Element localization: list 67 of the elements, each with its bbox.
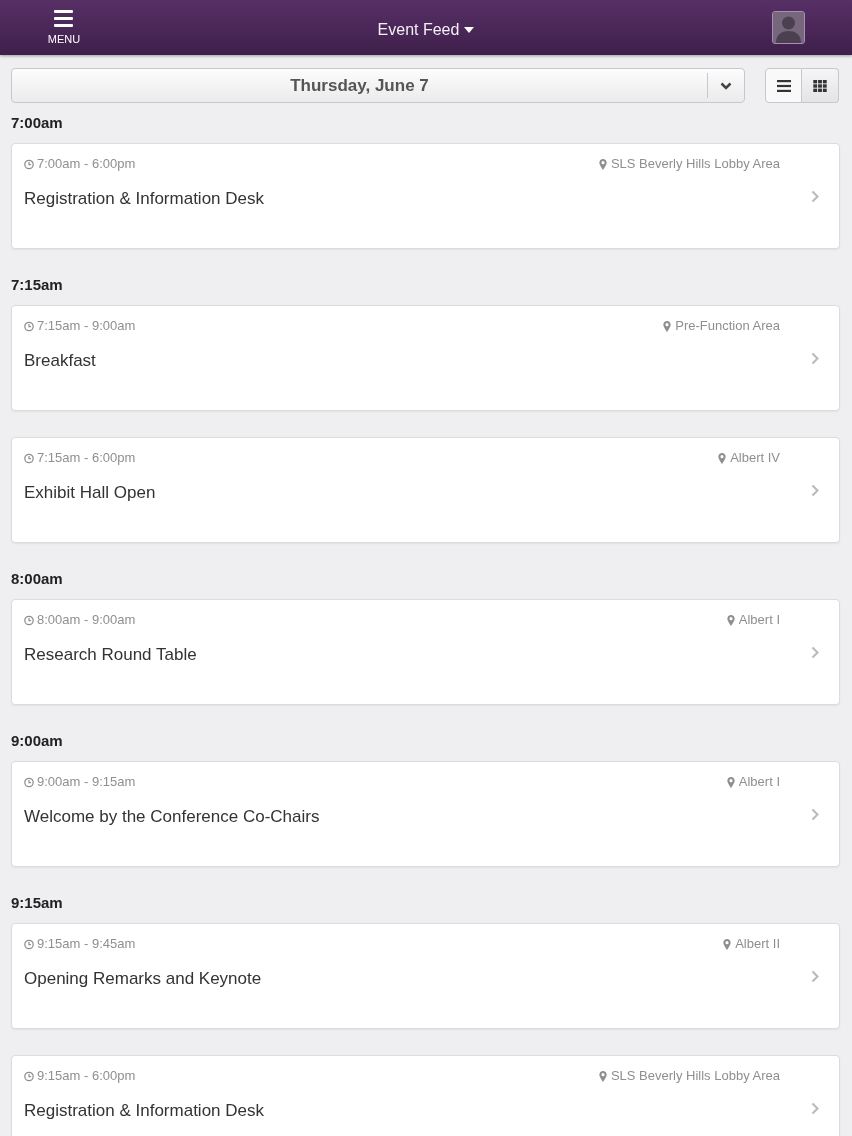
event-card[interactable]: 7:00am - 6:00pm SLS Beverly Hills Lobby Area Registration & Information Desk [11, 143, 840, 249]
clock-icon [24, 614, 34, 626]
event-location: Albert IV [730, 450, 780, 466]
event-location: Albert II [735, 936, 780, 952]
time-heading: 9:00am [11, 731, 64, 751]
location-pin-icon [597, 1070, 608, 1082]
time-heading: 9:15am [11, 893, 64, 913]
chevron-right-icon [811, 645, 819, 659]
event-time: 8:00am - 9:00am [37, 612, 136, 628]
event-time: 7:15am - 9:00am [37, 318, 136, 334]
event-time: 7:15am - 6:00pm [37, 450, 136, 466]
event-card[interactable]: 9:00am - 9:15am Albert I Welcome by the Conference Co-Chairs [11, 761, 840, 867]
event-card[interactable]: 8:00am - 9:00am Albert I Research Round Table [11, 599, 840, 705]
event-time: 9:15am - 6:00pm [37, 1068, 136, 1084]
event-location: Albert I [738, 612, 780, 628]
event-location: Albert I [738, 774, 780, 790]
grid-view-icon [813, 79, 827, 92]
location-pin-icon [597, 158, 608, 170]
feed-dropdown[interactable]: Event Feed [377, 17, 475, 42]
location-pin-icon [722, 938, 733, 950]
event-location: SLS Beverly Hills Lobby Area [610, 156, 780, 172]
chevron-right-icon [811, 1101, 819, 1115]
chevron-right-icon [811, 189, 819, 203]
date-label: Thursday, June 7 [289, 74, 430, 97]
chevron-right-icon [811, 351, 819, 365]
menu-button[interactable]: MENU [47, 10, 81, 45]
event-card[interactable]: 7:15am - 6:00pm Albert IV Exhibit Hall Open [11, 437, 840, 543]
event-card[interactable]: 9:15am - 6:00pm SLS Beverly Hills Lobby Area Registration & Information Desk [11, 1055, 840, 1136]
event-title: Registration & Information Desk [24, 188, 265, 210]
clock-icon [24, 1070, 34, 1082]
chevron-right-icon [811, 483, 819, 497]
event-title: Research Round Table [24, 644, 198, 666]
location-pin-icon [725, 614, 736, 626]
event-card[interactable]: 7:15am - 9:00am Pre-Function Area Breakfast [11, 305, 840, 411]
chevron-right-icon [811, 807, 819, 821]
time-heading: 7:15am [11, 275, 64, 295]
clock-icon [24, 320, 34, 332]
avatar-icon [772, 12, 804, 43]
event-title: Opening Remarks and Keynote [24, 968, 263, 990]
list-view-button[interactable] [765, 68, 802, 103]
grid-view-button[interactable] [802, 68, 839, 103]
menu-icon [54, 10, 74, 27]
event-title: Welcome by the Conference Co-Chairs [24, 806, 321, 828]
chevron-right-icon [811, 969, 819, 983]
location-pin-icon [662, 320, 673, 332]
time-heading: 8:00am [11, 569, 64, 589]
clock-icon [24, 452, 34, 464]
clock-icon [24, 158, 34, 170]
event-title: Registration & Information Desk [24, 1100, 265, 1122]
event-location: SLS Beverly Hills Lobby Area [610, 1068, 780, 1084]
profile-button[interactable] [771, 11, 805, 44]
date-selector[interactable]: Thursday, June 7 [11, 68, 745, 103]
event-title: Breakfast [24, 350, 97, 372]
chevron-down-icon [720, 81, 732, 90]
location-pin-icon [725, 776, 736, 788]
event-time: 9:15am - 9:45am [37, 936, 136, 952]
event-time: 7:00am - 6:00pm [37, 156, 136, 172]
location-pin-icon [717, 452, 728, 464]
event-card[interactable]: 9:15am - 9:45am Albert II Opening Remarks and Keynote [11, 923, 840, 1029]
clock-icon [24, 776, 34, 788]
event-title: Exhibit Hall Open [24, 482, 157, 504]
clock-icon [24, 938, 34, 950]
event-time: 9:00am - 9:15am [37, 774, 136, 790]
caret-icon [464, 26, 475, 33]
event-location: Pre-Function Area [675, 318, 780, 334]
time-heading: 7:00am [11, 113, 64, 133]
list-view-icon [776, 79, 791, 92]
